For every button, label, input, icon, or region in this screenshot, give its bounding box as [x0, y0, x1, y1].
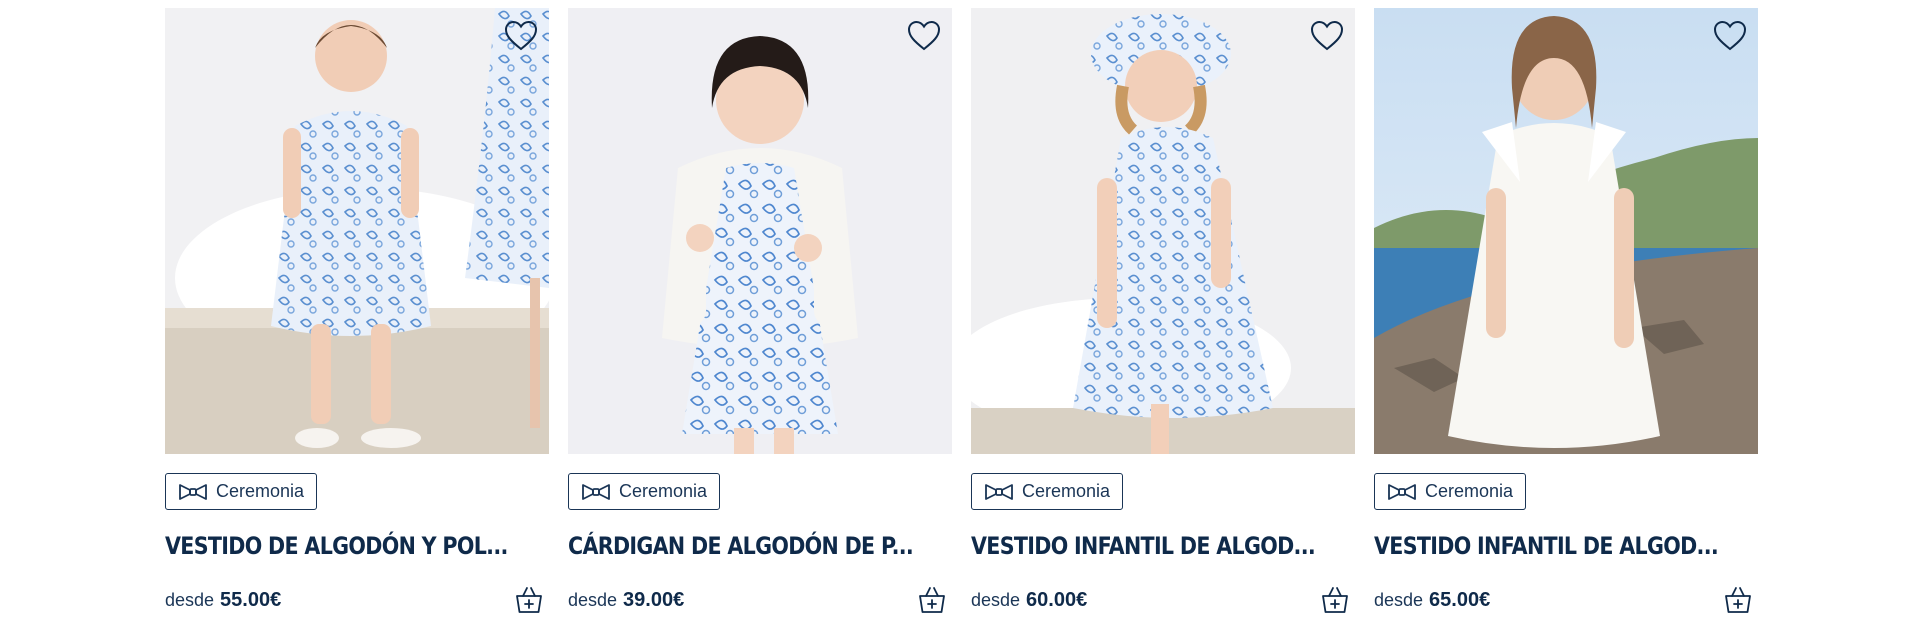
- add-to-cart-button[interactable]: [914, 582, 950, 618]
- category-tag-label: Ceremonia: [619, 481, 708, 501]
- bow-tie-icon: [985, 483, 1013, 500]
- price-row: desde 55.00€: [165, 582, 549, 618]
- heart-outline-icon: [504, 20, 538, 51]
- price-prefix: desde: [971, 589, 1021, 610]
- product-grid: Ceremonia VESTIDO DE ALGODÓN Y POL... de…: [165, 8, 1758, 618]
- category-tag-label: Ceremonia: [1022, 481, 1111, 501]
- product-image[interactable]: [971, 8, 1355, 454]
- product-image[interactable]: [1374, 8, 1758, 454]
- product-photo: [165, 8, 549, 454]
- product-title[interactable]: VESTIDO INFANTIL DE ALGOD...: [1374, 532, 1719, 560]
- price-amount: 65.00€: [1429, 588, 1491, 611]
- price-row: desde 60.00€: [971, 582, 1355, 618]
- category-tag[interactable]: Ceremonia: [568, 473, 721, 510]
- heart-outline-icon: [1713, 20, 1747, 51]
- add-to-wishlist-button[interactable]: [904, 16, 944, 56]
- product-photo: [568, 8, 952, 454]
- add-to-cart-button[interactable]: [1317, 582, 1353, 618]
- product-title[interactable]: CÁRDIGAN DE ALGODÓN DE P...: [568, 532, 914, 560]
- product-card[interactable]: Ceremonia VESTIDO INFANTIL DE ALGOD... d…: [971, 8, 1355, 618]
- price-prefix: desde: [1374, 589, 1424, 610]
- product-card[interactable]: Ceremonia CÁRDIGAN DE ALGODÓN DE P... de…: [568, 8, 952, 618]
- bow-tie-icon: [582, 483, 610, 500]
- product-photo: [971, 8, 1355, 454]
- basket-plus-icon: [516, 587, 542, 613]
- category-tag-label: Ceremonia: [1425, 481, 1514, 501]
- price-amount: 60.00€: [1026, 588, 1088, 611]
- heart-outline-icon: [907, 20, 941, 51]
- category-tag[interactable]: Ceremonia: [165, 473, 318, 510]
- product-image[interactable]: [165, 8, 549, 454]
- product-price: desde 55.00€: [165, 589, 281, 612]
- product-price: desde 60.00€: [971, 589, 1087, 612]
- price-amount: 39.00€: [623, 588, 685, 611]
- price-row: desde 39.00€: [568, 582, 952, 618]
- category-tag[interactable]: Ceremonia: [971, 473, 1124, 510]
- product-card[interactable]: Ceremonia VESTIDO INFANTIL DE ALGOD... d…: [1374, 8, 1758, 618]
- bow-tie-icon: [1388, 483, 1416, 500]
- product-title[interactable]: VESTIDO DE ALGODÓN Y POL...: [165, 532, 508, 560]
- price-amount: 55.00€: [220, 588, 282, 611]
- price-prefix: desde: [568, 589, 618, 610]
- add-to-wishlist-button[interactable]: [1710, 16, 1750, 56]
- basket-plus-icon: [1322, 587, 1348, 613]
- product-photo: [1374, 8, 1758, 454]
- product-image[interactable]: [568, 8, 952, 454]
- add-to-wishlist-button[interactable]: [501, 16, 541, 56]
- price-prefix: desde: [165, 589, 215, 610]
- basket-plus-icon: [919, 587, 945, 613]
- bow-tie-icon: [179, 483, 207, 500]
- product-title[interactable]: VESTIDO INFANTIL DE ALGOD...: [971, 532, 1316, 560]
- add-to-wishlist-button[interactable]: [1307, 16, 1347, 56]
- category-tag-label: Ceremonia: [216, 481, 305, 501]
- product-price: desde 65.00€: [1374, 589, 1490, 612]
- add-to-cart-button[interactable]: [1720, 582, 1756, 618]
- heart-outline-icon: [1310, 20, 1344, 51]
- price-row: desde 65.00€: [1374, 582, 1758, 618]
- product-card[interactable]: Ceremonia VESTIDO DE ALGODÓN Y POL... de…: [165, 8, 549, 618]
- product-price: desde 39.00€: [568, 589, 684, 612]
- basket-plus-icon: [1725, 587, 1751, 613]
- add-to-cart-button[interactable]: [511, 582, 547, 618]
- category-tag[interactable]: Ceremonia: [1374, 473, 1527, 510]
